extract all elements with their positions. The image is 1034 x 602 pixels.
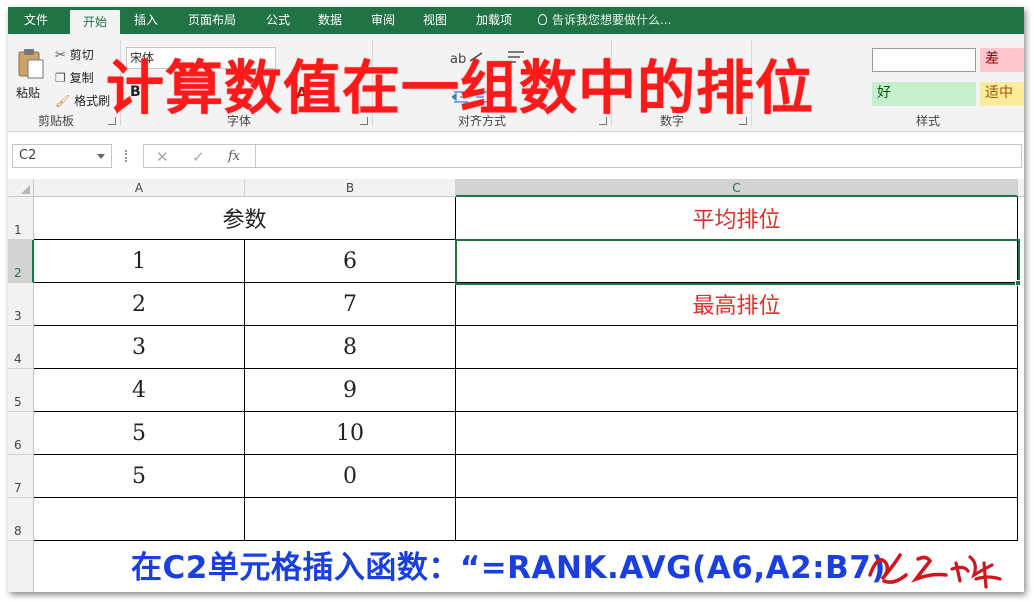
cut-button[interactable]: ✂ 剪切 [55, 46, 94, 63]
column-header-b[interactable]: B [245, 179, 456, 197]
signature-logo [868, 553, 1002, 589]
cut-label: 剪切 [69, 48, 94, 62]
row-header-6[interactable]: 6 [8, 412, 34, 455]
cell-a4[interactable]: 3 [34, 326, 245, 369]
tab-add-ins[interactable]: 加载项 [469, 7, 519, 34]
style-good[interactable]: 好 [872, 82, 976, 106]
scissors-icon: ✂ [55, 48, 66, 63]
tab-formulas[interactable]: 公式 [258, 7, 298, 34]
tell-me-text: 告诉我您想要做什么... [552, 13, 672, 27]
cell-b7[interactable]: 0 [245, 455, 456, 498]
copy-label: 复制 [69, 71, 94, 85]
paste-icon[interactable] [16, 48, 46, 80]
name-box[interactable]: C2 [12, 144, 112, 168]
cell-a2[interactable]: 1 [34, 240, 245, 283]
splitter-handle[interactable] [125, 150, 127, 162]
cell-c3[interactable]: 最高排位 [456, 283, 1018, 326]
enter-icon[interactable]: ✓ [192, 148, 205, 166]
style-bad[interactable]: 差 [980, 48, 1024, 72]
cell-c2[interactable] [456, 240, 1018, 283]
row-header-1[interactable]: 1 [8, 197, 34, 240]
fill-handle[interactable] [1015, 280, 1021, 286]
tab-review[interactable]: 审阅 [363, 7, 403, 34]
formula-buttons: ✕ ✓ fx [143, 144, 256, 168]
copy-icon: ❐ [55, 71, 66, 85]
lightbulb-icon [538, 14, 547, 25]
tab-file[interactable]: 文件 [16, 7, 56, 34]
cell-c1[interactable]: 平均排位 [456, 197, 1018, 240]
row-header-3[interactable]: 3 [8, 283, 34, 326]
tab-insert[interactable]: 插入 [126, 7, 166, 34]
cell-a3[interactable]: 2 [34, 283, 245, 326]
row-number: 7 [14, 481, 22, 495]
cell-c4[interactable] [456, 326, 1018, 369]
cell-b5[interactable]: 9 [245, 369, 456, 412]
column-header-c[interactable]: C [456, 179, 1018, 197]
row-header-8[interactable]: 8 [8, 498, 34, 541]
cell-c8[interactable] [456, 498, 1018, 541]
name-box-value: C2 [19, 148, 37, 163]
row-header-9[interactable] [8, 541, 34, 592]
row-number: 2 [14, 266, 22, 280]
style-neutral[interactable]: 适中 [980, 82, 1024, 106]
cell-c7[interactable] [456, 455, 1018, 498]
instruction-text: 在C2单元格插入函数：“=RANK.AVG(A6,A2:B7) [131, 550, 886, 586]
cell-b2[interactable]: 6 [245, 240, 456, 283]
ribbon-tab-bar: 文件 开始 插入 页面布局 公式 数据 审阅 视图 加载项 告诉我您想要做什么.… [8, 7, 1024, 34]
row-number: 3 [14, 309, 22, 323]
format-painter-label: 格式刷 [74, 94, 111, 108]
copy-button[interactable]: ❐ 复制 [55, 69, 94, 86]
row-header-7[interactable]: 7 [8, 455, 34, 498]
cell-b4[interactable]: 8 [245, 326, 456, 369]
row-number: 1 [14, 223, 22, 237]
tab-view[interactable]: 视图 [415, 7, 455, 34]
cell-a6[interactable]: 5 [34, 412, 245, 455]
tab-page-layout[interactable]: 页面布局 [180, 7, 244, 34]
row-header-5[interactable]: 5 [8, 369, 34, 412]
row-number: 6 [14, 438, 22, 452]
clipboard-group-label: 剪贴板 [38, 114, 75, 128]
cell-a7[interactable]: 5 [34, 455, 245, 498]
overlay-title: 计算数值在一组数中的排位 [106, 54, 815, 122]
brush-icon: 🖌 [55, 94, 71, 108]
excel-window: 文件 开始 插入 页面布局 公式 数据 审阅 视图 加载项 告诉我您想要做什么.… [8, 7, 1024, 592]
cell-c6[interactable] [456, 412, 1018, 455]
select-all-corner[interactable] [8, 179, 34, 197]
cancel-icon[interactable]: ✕ [156, 148, 169, 166]
cell-a5[interactable]: 4 [34, 369, 245, 412]
style-normal[interactable] [872, 48, 976, 72]
row-header-2[interactable]: 2 [8, 240, 34, 283]
formula-input[interactable] [256, 144, 1022, 168]
row-number: 4 [14, 352, 22, 366]
format-painter-button[interactable]: 🖌 格式刷 [55, 92, 110, 109]
paste-button[interactable]: 粘贴 [16, 84, 40, 101]
tab-data[interactable]: 数据 [310, 7, 350, 34]
column-headers: A B C [8, 179, 1024, 197]
cell-b8[interactable] [245, 498, 456, 541]
formula-bar: C2 ✕ ✓ fx [8, 133, 1024, 179]
styles-group-label: 样式 [916, 114, 941, 128]
row-number: 5 [14, 395, 22, 409]
row-header-4[interactable]: 4 [8, 326, 34, 369]
cell-b3[interactable]: 7 [245, 283, 456, 326]
worksheet-grid: A B C 1 2 3 4 5 6 7 8 参数 平均排位 1 6 2 7 最高… [8, 179, 1024, 592]
cell-a8[interactable] [34, 498, 245, 541]
column-header-a[interactable]: A [34, 179, 245, 197]
tell-me-search[interactable]: 告诉我您想要做什么... [538, 7, 671, 34]
tab-home[interactable]: 开始 [70, 10, 120, 34]
chevron-down-icon[interactable] [97, 154, 105, 159]
row-number: 8 [14, 524, 22, 538]
cell-c5[interactable] [456, 369, 1018, 412]
insert-function-icon[interactable]: fx [228, 149, 240, 164]
cell-a1-merged[interactable]: 参数 [34, 197, 456, 240]
cell-b6[interactable]: 10 [245, 412, 456, 455]
